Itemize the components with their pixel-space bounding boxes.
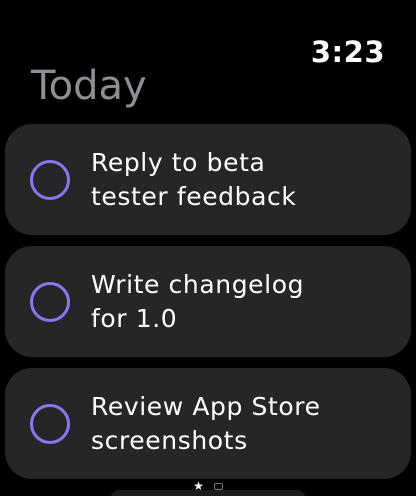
page-title: Today xyxy=(31,63,147,109)
task-list: Reply to beta tester feedback Write chan… xyxy=(5,124,411,490)
status-time: 3:23 xyxy=(310,35,385,69)
task-title: Review App Store screenshots xyxy=(91,390,391,458)
task-title-line: for 1.0 xyxy=(91,304,178,333)
complete-circle-icon[interactable] xyxy=(30,282,70,322)
task-title-line: Write changelog xyxy=(91,270,305,299)
task-title-line: Review App Store xyxy=(91,392,321,421)
watch-screen: 3:23 Today Reply to beta tester feedback… xyxy=(0,0,416,496)
task-item[interactable]: Review App Store screenshots xyxy=(5,368,411,479)
task-title-line: Reply to beta xyxy=(91,148,266,177)
task-title: Write changelog for 1.0 xyxy=(91,268,391,336)
task-item[interactable]: Reply to beta tester feedback xyxy=(5,124,411,235)
page-indicator[interactable]: ★ xyxy=(0,478,416,494)
inbox-icon[interactable] xyxy=(213,482,223,490)
complete-circle-icon[interactable] xyxy=(30,404,70,444)
task-item[interactable]: Write changelog for 1.0 xyxy=(5,246,411,357)
complete-circle-icon[interactable] xyxy=(30,160,70,200)
task-title: Reply to beta tester feedback xyxy=(91,146,391,214)
task-title-line: screenshots xyxy=(91,426,248,455)
star-icon[interactable]: ★ xyxy=(193,479,204,493)
task-title-line: tester feedback xyxy=(91,182,297,211)
